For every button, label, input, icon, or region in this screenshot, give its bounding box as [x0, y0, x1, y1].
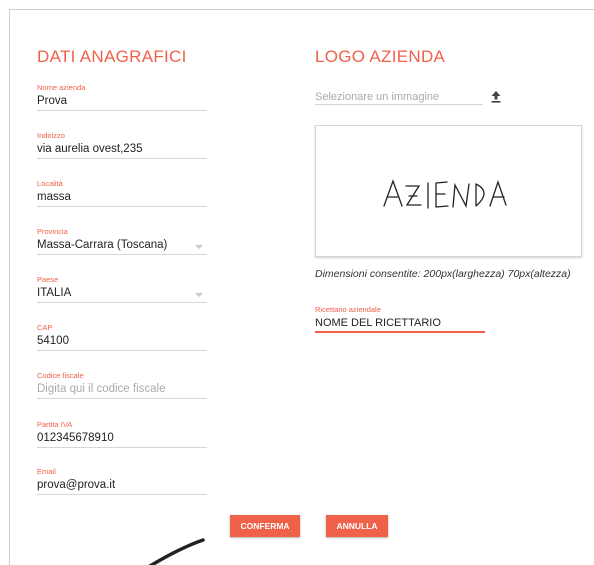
logo-upload-input[interactable]: Selezionare un immagine — [315, 90, 483, 105]
indirizzo-input[interactable]: via aurelia ovest,235 — [37, 141, 207, 159]
cap-input[interactable]: 54100 — [37, 333, 207, 351]
provincia-select[interactable]: Massa-Carrara (Toscana) — [37, 237, 207, 255]
field-label: Partita IVA — [37, 420, 73, 429]
field-codice-fiscale[interactable]: Codice fiscale Digita qui il codice fisc… — [37, 371, 207, 399]
field-indirizzo[interactable]: Indirizzo via aurelia ovest,235 — [37, 131, 207, 159]
logo-upload-field[interactable]: Selezionare un immagine — [315, 90, 505, 106]
chevron-down-icon[interactable] — [195, 245, 203, 249]
logo-image — [383, 179, 507, 209]
logo-dimensions-hint: Dimensioni consentite: 200px(larghezza) … — [315, 268, 571, 280]
field-partita-iva[interactable]: Partita IVA 012345678910 — [37, 420, 207, 448]
paese-select[interactable]: ITALIA — [37, 285, 207, 303]
nome-azienda-input[interactable]: Prova — [37, 93, 207, 111]
codice-fiscale-input[interactable]: Digita qui il codice fiscale — [37, 381, 207, 399]
field-label: CAP — [37, 323, 53, 332]
field-paese[interactable]: Paese ITALIA — [37, 275, 207, 303]
field-label: Indirizzo — [37, 131, 65, 140]
field-ricettario[interactable]: Ricettario aziendale NOME DEL RICETTARIO — [315, 305, 485, 333]
field-label: Email — [37, 467, 56, 476]
field-localita[interactable]: Località massa — [37, 179, 207, 207]
localita-input[interactable]: massa — [37, 189, 207, 207]
email-input[interactable]: prova@prova.it — [37, 477, 207, 495]
field-provincia[interactable]: Provincia Massa-Carrara (Toscana) — [37, 227, 207, 255]
field-label: Nome azienda — [37, 83, 86, 92]
field-nome-azienda[interactable]: Nome azienda Prova — [37, 83, 207, 111]
field-label: Codice fiscale — [37, 371, 84, 380]
section-title-logo-azienda: LOGO AZIENDA — [315, 47, 446, 66]
field-email[interactable]: Email prova@prova.it — [37, 467, 207, 495]
upload-icon[interactable] — [490, 90, 502, 104]
partita-iva-input[interactable]: 012345678910 — [37, 430, 207, 448]
confirm-button[interactable]: CONFERMA — [230, 515, 300, 537]
field-label: Località — [37, 179, 63, 188]
section-title-dati-anagrafici: DATI ANAGRAFICI — [37, 47, 187, 66]
field-label: Ricettario aziendale — [315, 305, 381, 314]
field-label: Paese — [37, 275, 59, 284]
logo-lettering — [383, 179, 507, 209]
cancel-button[interactable]: ANNULLA — [326, 515, 388, 537]
field-label: Provincia — [37, 227, 68, 236]
field-cap[interactable]: CAP 54100 — [37, 323, 207, 351]
chevron-down-icon[interactable] — [195, 293, 203, 297]
logo-preview — [315, 125, 582, 257]
ricettario-input[interactable]: NOME DEL RICETTARIO — [315, 315, 485, 333]
